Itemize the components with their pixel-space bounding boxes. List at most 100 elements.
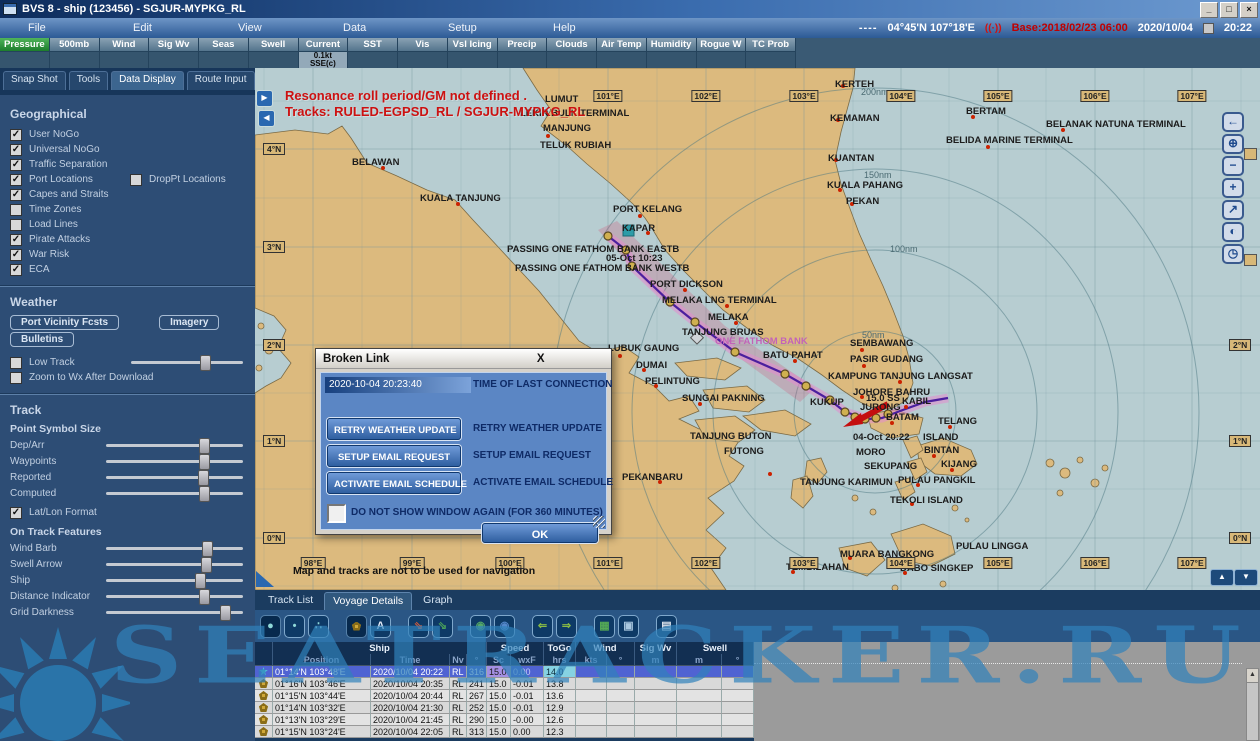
wx-button-500mb[interactable]: 500mb: [50, 38, 100, 52]
feature-wind-barb-slider[interactable]: [106, 547, 243, 550]
column-header[interactable]: Position: [273, 654, 371, 666]
maximize-button[interactable]: □: [1220, 2, 1238, 18]
feature-ship-slider[interactable]: [106, 579, 243, 582]
column-header[interactable]: [255, 654, 273, 666]
geo-universal-nogo-checkbox[interactable]: ✓: [10, 144, 22, 156]
label-a-icon[interactable]: A: [370, 615, 391, 638]
table-row[interactable]: 01°16'N 103°46'E2020/10/04 20:35RL24115.…: [255, 678, 754, 690]
geo-pirate-attacks-checkbox[interactable]: ✓: [10, 234, 22, 246]
feature-ship-slider-thumb[interactable]: [195, 573, 206, 589]
geo-time-zones-checkbox[interactable]: [10, 204, 22, 216]
activate-email-schedule-button[interactable]: ACTIVATE EMAIL SCHEDULE: [327, 472, 461, 494]
ok-button[interactable]: OK: [482, 523, 598, 543]
column-header[interactable]: °: [722, 654, 754, 666]
retry-weather-update-button[interactable]: RETRY WEATHER UPDATE: [327, 418, 461, 440]
vertical-scrollbar[interactable]: ▲: [1246, 668, 1259, 741]
wx-button-clouds[interactable]: Clouds: [547, 38, 597, 52]
column-header[interactable]: hrs: [544, 654, 576, 666]
column-header[interactable]: Nv: [450, 654, 467, 666]
feature-swell-arrow-slider[interactable]: [106, 563, 243, 566]
wx-button-vis[interactable]: Vis: [398, 38, 448, 52]
globe-icon[interactable]: ◐: [1222, 222, 1244, 242]
locate-icon[interactable]: ⊕: [1222, 134, 1244, 154]
menu-file[interactable]: File: [0, 22, 105, 34]
wx-button-humidity[interactable]: Humidity: [647, 38, 697, 52]
calendar-icon[interactable]: [1203, 23, 1214, 34]
symbol-dep-arr-slider-thumb[interactable]: [199, 438, 210, 454]
wind-barb-right-icon[interactable]: ⇒: [556, 615, 577, 638]
symbol-dep-arr-slider[interactable]: [106, 444, 243, 447]
wx-button-seas[interactable]: Seas: [199, 38, 249, 52]
latlon-format-checkbox[interactable]: ✓: [10, 507, 22, 519]
tool-tab[interactable]: [1244, 148, 1257, 160]
column-header[interactable]: Time: [371, 654, 450, 666]
symbol-waypoints-slider-thumb[interactable]: [199, 454, 210, 470]
track-reverse-icon[interactable]: ⇘: [432, 615, 453, 638]
table-row[interactable]: 01°15'N 103°44'E2020/10/04 20:44RL26715.…: [255, 690, 754, 702]
symbol-waypoints-slider[interactable]: [106, 460, 243, 463]
geo-war-risk-checkbox[interactable]: ✓: [10, 249, 22, 261]
print-icon[interactable]: ▤: [656, 615, 677, 638]
wx-button-vsl-icing[interactable]: Vsl Icing: [448, 38, 498, 52]
table-row[interactable]: 01°15'N 103°24'E2020/10/04 22:05RL31315.…: [255, 726, 754, 738]
column-header[interactable]: kts: [576, 654, 607, 666]
close-button[interactable]: ×: [1240, 2, 1258, 18]
geo-user-nogo-checkbox[interactable]: ✓: [10, 129, 22, 141]
geo-droppt-checkbox[interactable]: [130, 174, 142, 186]
do-not-show-checkbox[interactable]: [327, 504, 346, 523]
table-row[interactable]: 01°14'N 103°48'E2020/10/04 20:22RL31615.…: [255, 666, 754, 678]
waypoint-small-icon[interactable]: •: [284, 615, 305, 638]
symbol-computed-slider-thumb[interactable]: [199, 486, 210, 502]
close-icon[interactable]: X: [464, 353, 612, 365]
column-header[interactable]: m: [677, 654, 722, 666]
tab-data-display[interactable]: Data Display: [111, 71, 184, 90]
wx-button-current[interactable]: Current: [299, 38, 349, 52]
route-icon[interactable]: ↗: [1222, 200, 1244, 220]
feature-wind-barb-slider-thumb[interactable]: [202, 541, 213, 557]
column-header[interactable]: °: [607, 654, 635, 666]
bulletins-button[interactable]: Bulletins: [10, 332, 74, 347]
imagery-button[interactable]: Imagery: [159, 315, 219, 330]
tool-tab[interactable]: [1244, 254, 1257, 266]
pan-left-icon[interactable]: ◀: [258, 110, 275, 127]
globe-one-icon[interactable]: ◉: [470, 615, 491, 638]
wx-button-tc-prob[interactable]: TC Prob: [746, 38, 796, 52]
excel-export-icon[interactable]: ▦: [594, 615, 615, 638]
feature-grid-darkness-slider[interactable]: [106, 611, 243, 614]
tab-route-input[interactable]: Route Input: [187, 71, 255, 90]
menu-edit[interactable]: Edit: [105, 22, 210, 34]
geo-eca-checkbox[interactable]: ✓: [10, 264, 22, 276]
column-header[interactable]: °: [467, 654, 487, 666]
back-icon[interactable]: ←: [1222, 112, 1244, 132]
current-date[interactable]: 2020/10/04: [1138, 22, 1193, 34]
geo-load-lines-checkbox[interactable]: [10, 219, 22, 231]
save-icon[interactable]: ▣: [618, 615, 639, 638]
zoom-in-icon[interactable]: +: [1222, 178, 1244, 198]
track-forward-icon[interactable]: ⇘: [408, 615, 429, 638]
globe-two-icon[interactable]: ◉: [494, 615, 515, 638]
wind-barb-left-icon[interactable]: ⇐: [532, 615, 553, 638]
feature-swell-arrow-slider-thumb[interactable]: [201, 557, 212, 573]
symbol-reported-slider[interactable]: [106, 476, 243, 479]
zoom-out-icon[interactable]: −: [1222, 156, 1244, 176]
column-header[interactable]: m: [635, 654, 677, 666]
menu-help[interactable]: Help: [525, 22, 630, 34]
geo-capes-and-straits-checkbox[interactable]: ✓: [10, 189, 22, 201]
port-vicinity-button[interactable]: Port Vicinity Fcsts: [10, 315, 119, 330]
wx-button-pressure[interactable]: Pressure: [0, 38, 50, 52]
wx-button-air-temp[interactable]: Air Temp: [597, 38, 647, 52]
low-track-checkbox[interactable]: [10, 357, 22, 369]
feature-grid-darkness-slider-thumb[interactable]: [220, 605, 231, 621]
wx-button-rogue-w[interactable]: Rogue W: [697, 38, 747, 52]
zoom-wx-checkbox[interactable]: [10, 372, 22, 384]
symbol-reported-slider-thumb[interactable]: [198, 470, 209, 486]
resize-grip[interactable]: [593, 516, 605, 528]
wx-button-sst[interactable]: SST: [348, 38, 398, 52]
dialog-title-bar[interactable]: Broken Link X: [316, 349, 611, 369]
clock-icon[interactable]: ◷: [1222, 244, 1244, 264]
waypoint-large-icon[interactable]: ●: [260, 615, 281, 638]
table-row[interactable]: 01°14'N 103°32'E2020/10/04 21:30RL25215.…: [255, 702, 754, 714]
tab-snap-shot[interactable]: Snap Shot: [3, 71, 66, 90]
geo-traffic-separation-checkbox[interactable]: ✓: [10, 159, 22, 171]
pentagon-marker-icon[interactable]: [346, 615, 367, 638]
